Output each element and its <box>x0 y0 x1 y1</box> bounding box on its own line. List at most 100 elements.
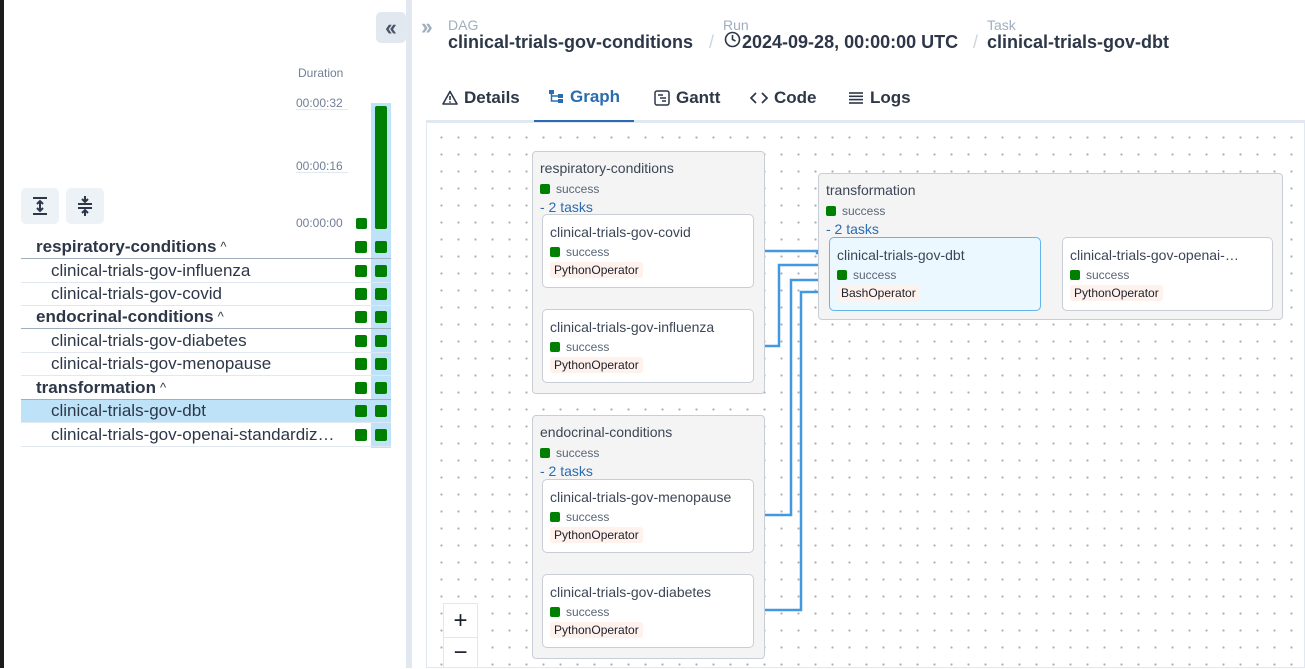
collapse-grid-button[interactable]: ‹‹ <box>376 12 406 43</box>
breadcrumb-run[interactable]: 2024-09-28, 00:00:00 UTC <box>742 32 958 53</box>
breadcrumb-separator: / <box>709 32 715 52</box>
grid-row-openai-standardize[interactable]: clinical-trials-gov-openai-standardiz… <box>21 424 391 447</box>
grid-row-diabetes[interactable]: clinical-trials-gov-diabetes <box>21 330 391 353</box>
operator-badge: PythonOperator <box>550 262 643 278</box>
tab-label: Gantt <box>676 87 721 107</box>
tab-label: Details <box>464 87 520 107</box>
group-collapse-toggle[interactable]: - 2 tasks <box>540 199 593 215</box>
status-square[interactable] <box>355 241 367 253</box>
status-square[interactable] <box>355 405 367 417</box>
grid-row-endocrinal-conditions[interactable]: endocrinal-conditions ^ <box>21 306 391 329</box>
status-square[interactable] <box>355 265 367 277</box>
status-square[interactable] <box>375 358 387 370</box>
chevron-up-icon[interactable]: ^ <box>218 309 224 324</box>
expand-all-button[interactable] <box>21 188 59 224</box>
collapse-all-button[interactable] <box>66 188 104 224</box>
status-dot <box>550 342 560 352</box>
group-respiratory-conditions[interactable]: respiratory-conditions success - 2 tasks… <box>532 151 765 394</box>
grid-row-covid[interactable]: clinical-trials-gov-covid <box>21 283 391 306</box>
panel-divider[interactable] <box>406 0 412 668</box>
status-square[interactable] <box>375 311 387 323</box>
duration-label: Duration <box>298 66 344 80</box>
status-square[interactable] <box>375 265 387 277</box>
row-label: clinical-trials-gov-openai-standardiz… <box>51 425 335 444</box>
tab-graph[interactable]: Graph <box>534 73 635 122</box>
task-title: clinical-trials-gov-influenza <box>550 319 715 335</box>
status-dot <box>550 607 560 617</box>
status-dot <box>550 512 560 522</box>
row-label: clinical-trials-gov-diabetes <box>51 331 247 350</box>
task-node-openai[interactable]: clinical-trials-gov-openai-… success Pyt… <box>1062 237 1273 311</box>
grid-row-transformation[interactable]: transformation ^ <box>21 377 391 400</box>
duration-gridline <box>296 109 348 110</box>
row-label: endocrinal-conditions <box>36 307 214 326</box>
task-node-influenza[interactable]: clinical-trials-gov-influenza success Py… <box>542 309 754 383</box>
chevron-up-icon[interactable]: ^ <box>160 380 166 395</box>
tab-details[interactable]: Details <box>428 73 534 122</box>
row-label: clinical-trials-gov-menopause <box>51 354 272 373</box>
group-endocrinal-conditions[interactable]: endocrinal-conditions success - 2 tasks … <box>532 415 765 659</box>
operator-badge: PythonOperator <box>550 527 643 543</box>
duration-tick: 00:00:00 <box>296 216 343 230</box>
zoom-in-button[interactable]: + <box>443 603 478 638</box>
chevron-up-icon[interactable]: ^ <box>220 239 226 254</box>
grid-row-influenza[interactable]: clinical-trials-gov-influenza <box>21 260 391 283</box>
group-transformation[interactable]: transformation success - 2 tasks clinica… <box>818 173 1283 320</box>
row-label: clinical-trials-gov-influenza <box>51 261 251 280</box>
expand-all-icon <box>33 197 47 215</box>
breadcrumb-task[interactable]: clinical-trials-gov-dbt <box>987 32 1169 53</box>
zoom-out-button[interactable]: − <box>443 637 478 668</box>
status-square[interactable] <box>355 311 367 323</box>
double-chevron-right-icon[interactable]: ›› <box>421 14 433 40</box>
task-status: success <box>837 268 896 282</box>
operator-badge: PythonOperator <box>550 622 643 638</box>
graph-canvas[interactable]: respiratory-conditions success - 2 tasks… <box>426 122 1305 668</box>
code-icon <box>750 91 768 104</box>
status-square[interactable] <box>355 382 367 394</box>
plus-icon: + <box>453 606 468 634</box>
status-square[interactable] <box>355 429 367 441</box>
task-status: success <box>550 245 609 259</box>
task-status: success <box>550 340 609 354</box>
operator-badge: BashOperator <box>837 285 920 301</box>
task-node-dbt[interactable]: clinical-trials-gov-dbt success BashOper… <box>829 237 1041 311</box>
operator-badge: PythonOperator <box>550 357 643 373</box>
run-duration-bar-selected[interactable] <box>375 106 387 229</box>
tab-code[interactable]: Code <box>736 73 831 122</box>
task-title: clinical-trials-gov-diabetes <box>550 584 712 600</box>
tab-logs[interactable]: Logs <box>834 73 925 122</box>
grid-row-menopause[interactable]: clinical-trials-gov-menopause <box>21 353 391 376</box>
task-node-covid[interactable]: clinical-trials-gov-covid success Python… <box>542 214 754 288</box>
status-square[interactable] <box>375 429 387 441</box>
breadcrumb-dag[interactable]: clinical-trials-gov-conditions <box>448 32 693 53</box>
task-node-menopause[interactable]: clinical-trials-gov-menopause success Py… <box>542 479 754 553</box>
run-duration-bar[interactable] <box>356 218 367 229</box>
group-title: respiratory-conditions <box>540 160 674 176</box>
warning-triangle-icon <box>442 90 458 105</box>
status-square[interactable] <box>375 405 387 417</box>
grid-row-respiratory-conditions[interactable]: respiratory-conditions ^ <box>21 236 391 259</box>
status-square[interactable] <box>355 358 367 370</box>
breadcrumb-separator: / <box>973 32 979 52</box>
clock-icon <box>724 31 741 48</box>
breadcrumb-task-label: Task <box>987 17 1016 33</box>
status-square[interactable] <box>355 288 367 300</box>
status-dot <box>837 270 847 280</box>
window-edge <box>0 0 4 668</box>
tab-gantt[interactable]: Gantt <box>640 73 734 122</box>
status-square[interactable] <box>375 288 387 300</box>
operator-badge: PythonOperator <box>1070 285 1163 301</box>
grid-row-dbt[interactable]: clinical-trials-gov-dbt <box>21 400 391 423</box>
group-title: transformation <box>826 182 916 198</box>
status-square[interactable] <box>375 241 387 253</box>
status-dot <box>826 206 836 216</box>
double-chevron-left-icon: ‹‹ <box>385 14 397 40</box>
task-node-diabetes[interactable]: clinical-trials-gov-diabetes success Pyt… <box>542 574 754 648</box>
status-square[interactable] <box>375 382 387 394</box>
collapse-all-icon <box>78 196 92 216</box>
group-collapse-toggle[interactable]: - 2 tasks <box>540 463 593 479</box>
group-collapse-toggle[interactable]: - 2 tasks <box>826 221 879 237</box>
status-square[interactable] <box>375 335 387 347</box>
status-square[interactable] <box>355 335 367 347</box>
task-status: success <box>550 510 609 524</box>
